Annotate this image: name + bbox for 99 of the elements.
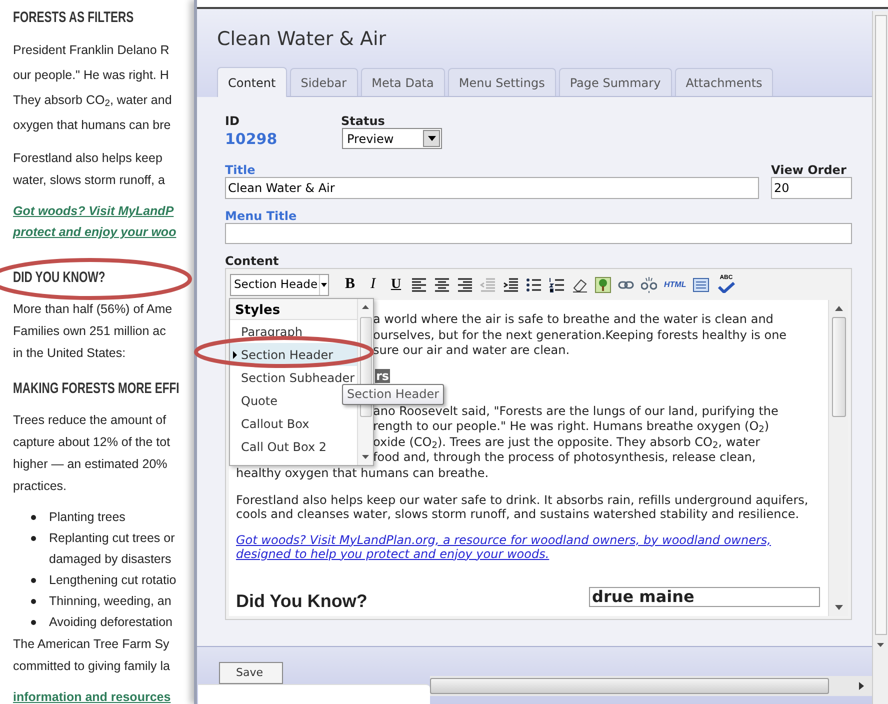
body-text: sure our air and water are clean. (373, 343, 570, 357)
bulleted-list-icon[interactable] (526, 276, 542, 292)
bold-button[interactable]: B (342, 273, 358, 296)
bullet-icon (31, 536, 36, 541)
scroll-up-icon[interactable] (362, 305, 369, 309)
body-text: oxygen that humans can bre (13, 118, 171, 132)
align-center-icon[interactable] (434, 276, 450, 292)
style-dropdown[interactable]: Section Heade (230, 274, 329, 296)
horizontal-scrollbar[interactable] (430, 676, 872, 696)
heading-text: Did You Know? (236, 590, 368, 610)
field-label: Content (225, 254, 279, 268)
list-item-text: Planting trees (49, 510, 126, 524)
field-label: View Order (771, 163, 846, 177)
heading-text: rs (375, 368, 390, 382)
check-icon (717, 282, 736, 292)
tooltip: Section Header (342, 384, 444, 405)
align-right-icon[interactable] (457, 276, 473, 292)
tab[interactable]: Menu Settings (448, 68, 556, 96)
numbered-list-icon[interactable] (549, 276, 565, 292)
scroll-right-icon[interactable] (859, 682, 864, 690)
body-text: healthy oxygen that humans can breathe. (236, 466, 489, 480)
tab[interactable]: Attachments (674, 68, 774, 96)
body-text: our people." He was right. H (13, 68, 169, 82)
tab[interactable]: Page Summary (558, 68, 672, 96)
html-button[interactable]: HTML (664, 278, 686, 290)
body-text: More than half (56%) of Ame (13, 302, 172, 316)
indent-icon[interactable] (503, 276, 519, 292)
body-text: food and, through the process of photosynthesis, release clean, (373, 450, 756, 464)
body-text: They absorb CO$_{2}$, water and (13, 93, 172, 107)
bullet-icon (31, 515, 36, 520)
body-text: oxide (CO$_{2}$). Trees are just the opposite. They absorb CO$_{2}$, water (373, 434, 760, 448)
body-text: Trees reduce the amount of (13, 413, 166, 427)
link[interactable]: Got woods? Visit MyLandP (13, 204, 174, 218)
body-text: Forestland also helps keep (13, 151, 162, 165)
field-label: Menu Title (225, 209, 297, 223)
menu-header: Styles (230, 299, 357, 320)
body-text: capture about 12% of the tot (13, 435, 170, 449)
pointer-icon (233, 350, 237, 358)
underline-button[interactable]: U (388, 274, 404, 295)
scroll-thumb[interactable] (874, 15, 886, 635)
list-item-text: damaged by disasters (49, 552, 172, 566)
body-text: a world where the air is safe to breathe and the water is clean and (373, 312, 774, 326)
list-item-text: Thinning, weeding, an (49, 594, 172, 608)
caret-icon (423, 130, 440, 147)
scroll-down-icon[interactable] (834, 605, 842, 610)
callout-box: drue maine (589, 586, 820, 606)
body-text: The American Tree Farm Sy (13, 637, 170, 651)
link[interactable]: information and resources (13, 690, 171, 704)
body-text: ourselves, but for the next generation.Keeping forests healthy is one (373, 328, 787, 342)
bullet-icon (31, 599, 36, 604)
body-text: President Franklin Delano R (13, 43, 170, 57)
scrollbar[interactable] (828, 300, 848, 616)
menu-title-input[interactable] (225, 223, 852, 244)
section-heading: DID YOU KNOW? (13, 268, 106, 288)
list-item-text: Lengthening cut rotatio (49, 573, 176, 587)
caret-icon (319, 274, 328, 294)
vertical-scrollbar[interactable] (872, 11, 888, 704)
body-text: ano Roosevelt said, "Forests are the lungs of our land, purifying the (373, 404, 778, 418)
body-text: Families own 251 million ac (13, 324, 166, 338)
menu-item[interactable]: Callout Box (230, 412, 357, 435)
body-text: higher — an estimated 20% (13, 457, 168, 471)
bullet-icon (31, 620, 36, 625)
section-heading: FORESTS AS FILTERS (13, 8, 134, 28)
view-order-input[interactable]: 20 (771, 177, 852, 199)
field-label: Status (341, 114, 385, 128)
link[interactable]: Got woods? Visit MyLandPlan.org, a resource for woodland owners, by woodland owners, designed to help you protect and enjoy your woods. (236, 532, 820, 560)
align-left-icon[interactable] (411, 276, 427, 292)
section-heading: MAKING FORESTS MORE EFFI (13, 379, 180, 399)
unlink-icon[interactable] (641, 276, 657, 292)
field-label: ID (225, 114, 240, 128)
body-text: water, slows storm runoff, a (13, 173, 165, 187)
window-icon[interactable] (693, 276, 710, 292)
link[interactable]: protect and enjoy your woo (13, 225, 176, 239)
menu-item[interactable]: Paragraph (230, 320, 357, 343)
italic-button[interactable]: I (365, 273, 381, 296)
field-label: Title (225, 163, 256, 177)
body-text: committed to giving family la (13, 659, 170, 673)
id-value: 10298 (225, 130, 278, 148)
scroll-down-icon[interactable] (362, 455, 369, 459)
menu-item[interactable]: Call Out Box 2 (230, 435, 357, 458)
scroll-up-icon[interactable] (834, 306, 842, 311)
body-text: rength to our people." He was right. Humans breathe oxygen (O$_{2}$) (373, 419, 770, 433)
title-input[interactable]: Clean Water & Air (225, 177, 759, 199)
eraser-icon[interactable] (572, 276, 588, 292)
list-item-text: Avoiding deforestation (49, 615, 172, 629)
body-text: in the United States: (13, 346, 126, 360)
body-text: Forestland also helps keep our water safe to drink. It absorbs rain, refills underground aquifers, cools and cleanses water, slows storm runoff, and sustains watershed stability and resilience. (236, 492, 810, 520)
tab[interactable]: Meta Data (360, 68, 445, 96)
window-title: Clean Water & Air (217, 28, 386, 50)
tab[interactable]: Sidebar (290, 68, 358, 96)
bullet-icon (31, 578, 36, 583)
body-text: practices. (13, 479, 66, 493)
status-dropdown[interactable]: Preview (342, 128, 442, 149)
save-button[interactable]: Save (219, 662, 283, 684)
scroll-thumb[interactable] (832, 317, 846, 417)
list-item-text: Replanting cut trees or (49, 531, 175, 545)
image-icon[interactable] (595, 276, 611, 292)
scroll-thumb[interactable] (430, 678, 829, 694)
tab[interactable]: Content (217, 67, 287, 97)
